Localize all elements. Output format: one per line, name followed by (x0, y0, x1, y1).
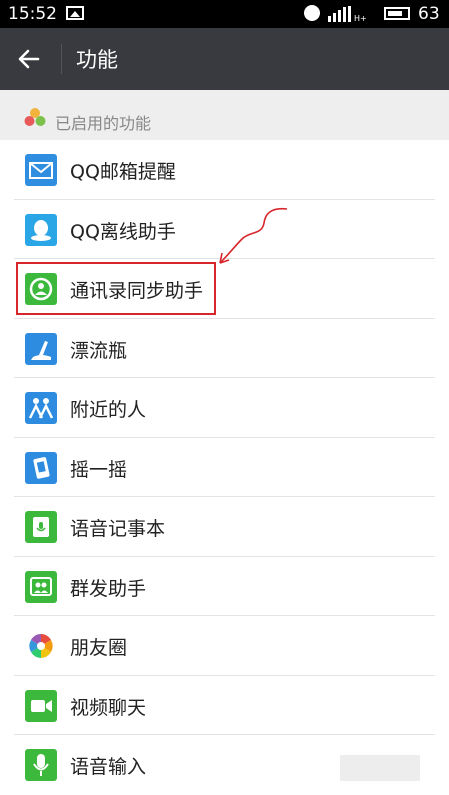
list-item[interactable]: 漂流瓶 (0, 318, 449, 378)
voice-notepad-icon (25, 511, 57, 543)
battery-icon (384, 7, 410, 20)
item-label: 视频聊天 (70, 696, 147, 719)
list-item[interactable]: 附近的人 (0, 378, 449, 438)
annotation-arrow (219, 207, 288, 264)
status-bar: 15:52 H+ 63 (0, 0, 449, 28)
title-separator (61, 44, 62, 74)
drift-bottle-icon (25, 332, 57, 365)
signal-icon: H+ (328, 6, 367, 22)
item-label: 附近的人 (70, 399, 147, 421)
video-chat-icon (25, 689, 57, 722)
list-item[interactable]: QQ邮箱提醒 (0, 140, 449, 200)
item-label: QQ离线助手 (70, 220, 176, 243)
list-item[interactable]: 语音记事本 (0, 497, 449, 557)
shake-phone-icon (25, 451, 57, 484)
list-item[interactable]: 视频聊天 (0, 675, 449, 735)
item-label: 朋友圈 (70, 637, 128, 659)
watermark (340, 755, 420, 781)
item-label: 漂流瓶 (70, 339, 128, 362)
image-notification-icon (66, 6, 84, 20)
status-time: 15:52 (8, 4, 57, 24)
item-label: 语音输入 (70, 756, 147, 778)
mail-icon (25, 154, 57, 186)
item-label: 摇一摇 (70, 458, 128, 481)
item-label: QQ邮箱提醒 (70, 161, 176, 183)
enabled-features-icon (24, 108, 46, 126)
list-item[interactable]: 群发助手 (0, 556, 449, 616)
microphone-icon (25, 749, 57, 781)
list-item[interactable]: 朋友圈 (0, 616, 449, 676)
back-arrow-icon[interactable] (16, 46, 42, 72)
highlight-box (16, 262, 216, 315)
people-nearby-icon (25, 392, 57, 424)
list-item[interactable]: 摇一摇 (0, 437, 449, 497)
alarm-icon (304, 5, 320, 21)
page-title: 功能 (76, 48, 118, 72)
section-label: 已启用的功能 (55, 114, 152, 133)
item-label: 语音记事本 (70, 518, 166, 540)
broadcast-icon (25, 570, 57, 603)
top-bar: 功能 (0, 28, 449, 90)
battery-level: 63 (418, 4, 440, 24)
moments-icon (25, 630, 57, 662)
item-label: 群发助手 (70, 577, 147, 600)
qq-penguin-icon (25, 213, 57, 246)
svg-text:H+: H+ (354, 14, 367, 22)
section-header: 已启用的功能 (0, 90, 449, 140)
